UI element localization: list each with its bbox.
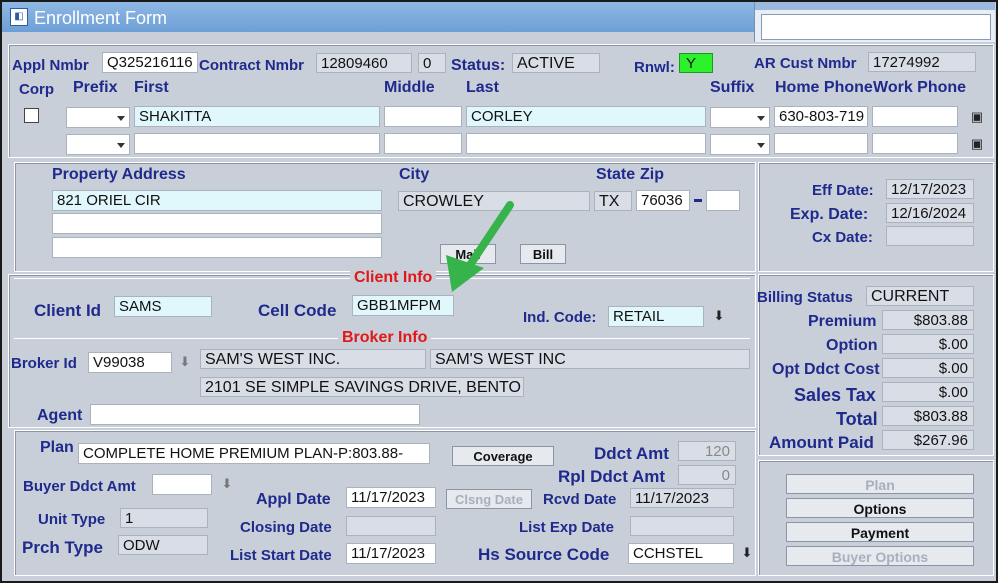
annotation-arrow xyxy=(446,201,514,292)
arrow-shaft xyxy=(464,201,514,272)
screenshot-root: ◧ Enrollment Form Appl Nmbr Q325216116 C… xyxy=(0,0,998,583)
arrow-head xyxy=(446,255,484,292)
